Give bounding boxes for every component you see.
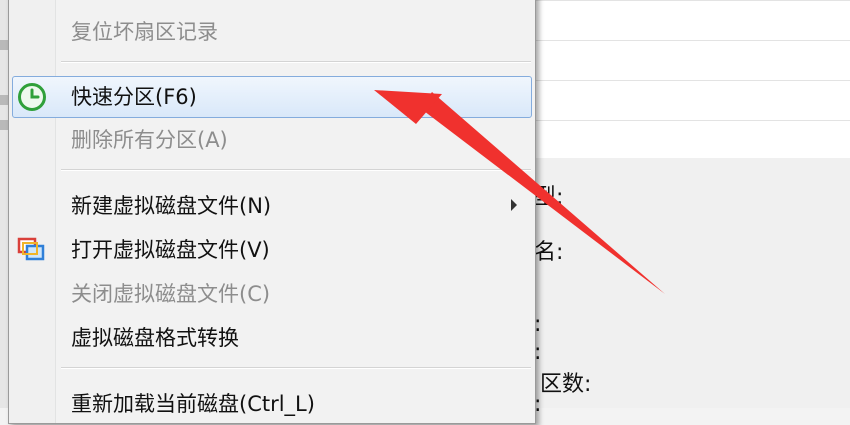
annotation-arrow-icon — [374, 90, 665, 294]
